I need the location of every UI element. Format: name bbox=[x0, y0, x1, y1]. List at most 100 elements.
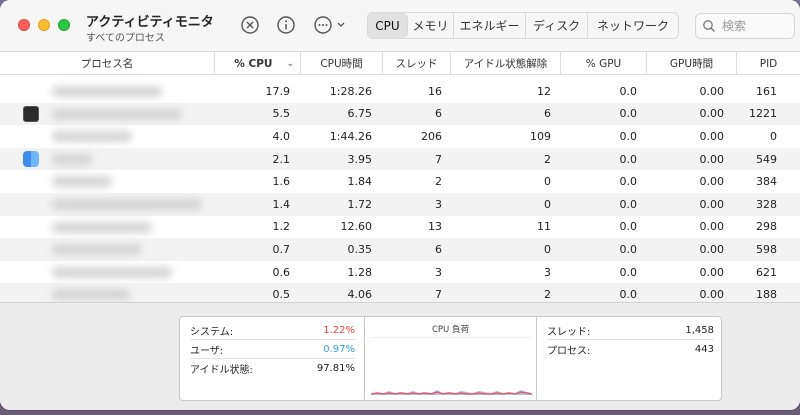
table-row[interactable]: 5.5 6.75 6 6 0.0 0.00 1221 bbox=[0, 102, 800, 126]
tab-disk[interactable]: ディスク bbox=[526, 13, 588, 38]
process-table: 17.9 1:28.26 16 12 0.0 0.00 161 5.5 6.75… bbox=[0, 76, 800, 302]
table-row[interactable]: 1.4 1.72 3 0 0.0 0.00 328 bbox=[0, 193, 800, 216]
gpu-percent: 0.0 bbox=[619, 220, 638, 234]
column-cpu-percent-label: % CPU bbox=[234, 57, 273, 70]
search-icon bbox=[703, 20, 715, 32]
table-row[interactable]: 1.6 1.84 2 0 0.0 0.00 384 bbox=[0, 170, 800, 193]
column-gpu-percent[interactable]: % GPU bbox=[560, 52, 646, 75]
x-circle-icon bbox=[241, 16, 259, 34]
column-cpu-percent[interactable]: % CPU ⌄ bbox=[214, 52, 300, 75]
cpu-percent: 2.1 bbox=[272, 152, 291, 166]
cpu-percent: 4.0 bbox=[272, 129, 291, 143]
system-stat: システム: 1.22% bbox=[190, 321, 355, 340]
table-row[interactable]: 0.5 4.06 7 2 0.0 0.00 188 bbox=[0, 283, 800, 302]
process-name-redacted bbox=[52, 108, 182, 120]
more-actions-button[interactable] bbox=[313, 15, 349, 35]
cpu-load-graph: CPU 負荷 bbox=[364, 317, 537, 400]
idle-wakeups: 3 bbox=[544, 265, 551, 279]
table-row[interactable]: 2.1 3.95 7 2 0.0 0.00 549 bbox=[0, 147, 800, 171]
tab-memory[interactable]: メモリ bbox=[408, 13, 454, 38]
inspect-process-button[interactable] bbox=[276, 15, 296, 35]
pid: 161 bbox=[756, 84, 777, 98]
threads: 6 bbox=[435, 242, 442, 256]
column-cpu-time[interactable]: CPU時間 bbox=[300, 52, 382, 75]
table-row[interactable]: 1.2 12.60 13 11 0.0 0.00 298 bbox=[0, 216, 800, 239]
process-name-redacted bbox=[52, 199, 202, 210]
column-gpu-time[interactable]: GPU時間 bbox=[646, 52, 736, 75]
process-name-redacted bbox=[52, 289, 130, 301]
idle-wakeups: 0 bbox=[544, 197, 551, 211]
threads: 2 bbox=[435, 175, 442, 189]
idle-wakeups: 2 bbox=[544, 288, 551, 302]
cpu-percent: 1.6 bbox=[272, 175, 291, 189]
gpu-time: 0.00 bbox=[699, 197, 725, 211]
chevron-down-icon: ⌄ bbox=[286, 58, 294, 69]
pid: 621 bbox=[756, 265, 777, 279]
processes-value: 443 bbox=[694, 344, 714, 355]
threads: 7 bbox=[435, 288, 442, 302]
app-title: アクティビティモニタ bbox=[86, 15, 214, 30]
pid: 549 bbox=[756, 152, 777, 166]
gpu-time: 0.00 bbox=[699, 265, 725, 279]
idle-wakeups: 0 bbox=[544, 242, 551, 256]
gpu-percent: 0.0 bbox=[619, 129, 638, 143]
gpu-time: 0.00 bbox=[699, 175, 725, 189]
app-subtitle[interactable]: すべてのプロセス bbox=[86, 29, 165, 44]
gpu-percent: 0.0 bbox=[619, 265, 638, 279]
zoom-window-button[interactable] bbox=[58, 19, 70, 31]
cpu-time: 3.95 bbox=[347, 152, 373, 166]
gpu-percent: 0.0 bbox=[619, 84, 638, 98]
user-label: ユーザ: bbox=[190, 345, 224, 357]
system-label: システム: bbox=[190, 326, 234, 338]
idle-wakeups: 12 bbox=[537, 84, 551, 98]
process-name-redacted bbox=[52, 86, 162, 97]
gpu-percent: 0.0 bbox=[619, 197, 638, 211]
ellipsis-circle-icon bbox=[314, 16, 345, 34]
pid: 384 bbox=[756, 175, 777, 189]
gpu-time: 0.00 bbox=[699, 288, 725, 302]
process-name-redacted bbox=[52, 266, 172, 278]
search-input[interactable] bbox=[722, 19, 792, 33]
tab-network[interactable]: ネットワーク bbox=[588, 13, 678, 38]
tab-cpu[interactable]: CPU bbox=[368, 13, 408, 38]
threads: 6 bbox=[435, 107, 442, 121]
info-icon bbox=[277, 16, 295, 34]
cpu-summary-panel: システム: 1.22% ユーザ: 0.97% アイドル状態: 97.81% CP… bbox=[179, 316, 722, 401]
table-row[interactable]: 4.0 1:44.26 206 109 0.0 0.00 0 bbox=[0, 125, 800, 148]
threads: 3 bbox=[435, 265, 442, 279]
cpu-percent: 0.6 bbox=[272, 265, 291, 279]
column-pid[interactable]: PID bbox=[736, 52, 800, 75]
tab-energy[interactable]: エネルギー bbox=[454, 13, 526, 38]
cpu-percent: 5.5 bbox=[272, 107, 291, 121]
table-header: プロセス名 % CPU ⌄ CPU時間 スレッド アイドル状態解除 % GPU … bbox=[0, 52, 800, 75]
close-window-button[interactable] bbox=[18, 19, 30, 31]
pid: 298 bbox=[756, 220, 777, 234]
cpu-load-title: CPU 負荷 bbox=[432, 325, 469, 335]
cpu-percent: 17.9 bbox=[265, 84, 291, 98]
cpu-percent: 0.7 bbox=[272, 242, 291, 256]
search-field[interactable] bbox=[695, 13, 795, 39]
column-process-name[interactable]: プロセス名 bbox=[0, 52, 214, 75]
threads: 3 bbox=[435, 197, 442, 211]
pid: 1221 bbox=[749, 107, 777, 121]
cpu-time: 1:28.26 bbox=[329, 84, 372, 98]
threads-stat: スレッド: 1,458 bbox=[547, 321, 714, 340]
user-stat: ユーザ: 0.97% bbox=[190, 340, 355, 359]
gpu-percent: 0.0 bbox=[619, 288, 638, 302]
stop-process-button[interactable] bbox=[240, 15, 260, 35]
table-row[interactable]: 17.9 1:28.26 16 12 0.0 0.00 161 bbox=[0, 80, 800, 103]
gpu-percent: 0.0 bbox=[619, 152, 638, 166]
user-value: 0.97% bbox=[323, 343, 355, 355]
cpu-time: 1.84 bbox=[347, 175, 373, 189]
finder-app-icon bbox=[23, 150, 39, 167]
column-threads[interactable]: スレッド bbox=[382, 52, 450, 75]
pid: 598 bbox=[756, 242, 777, 256]
table-row[interactable]: 0.7 0.35 6 0 0.0 0.00 598 bbox=[0, 238, 800, 261]
table-row[interactable]: 0.6 1.28 3 3 0.0 0.00 621 bbox=[0, 261, 800, 284]
minimize-window-button[interactable] bbox=[38, 19, 50, 31]
idle-wakeups: 109 bbox=[530, 129, 551, 143]
column-idle-wakeups[interactable]: アイドル状態解除 bbox=[450, 52, 560, 75]
cpu-time: 1.72 bbox=[347, 197, 373, 211]
cpu-time: 4.06 bbox=[347, 288, 373, 302]
idle-stat: アイドル状態: 97.81% bbox=[190, 359, 355, 378]
